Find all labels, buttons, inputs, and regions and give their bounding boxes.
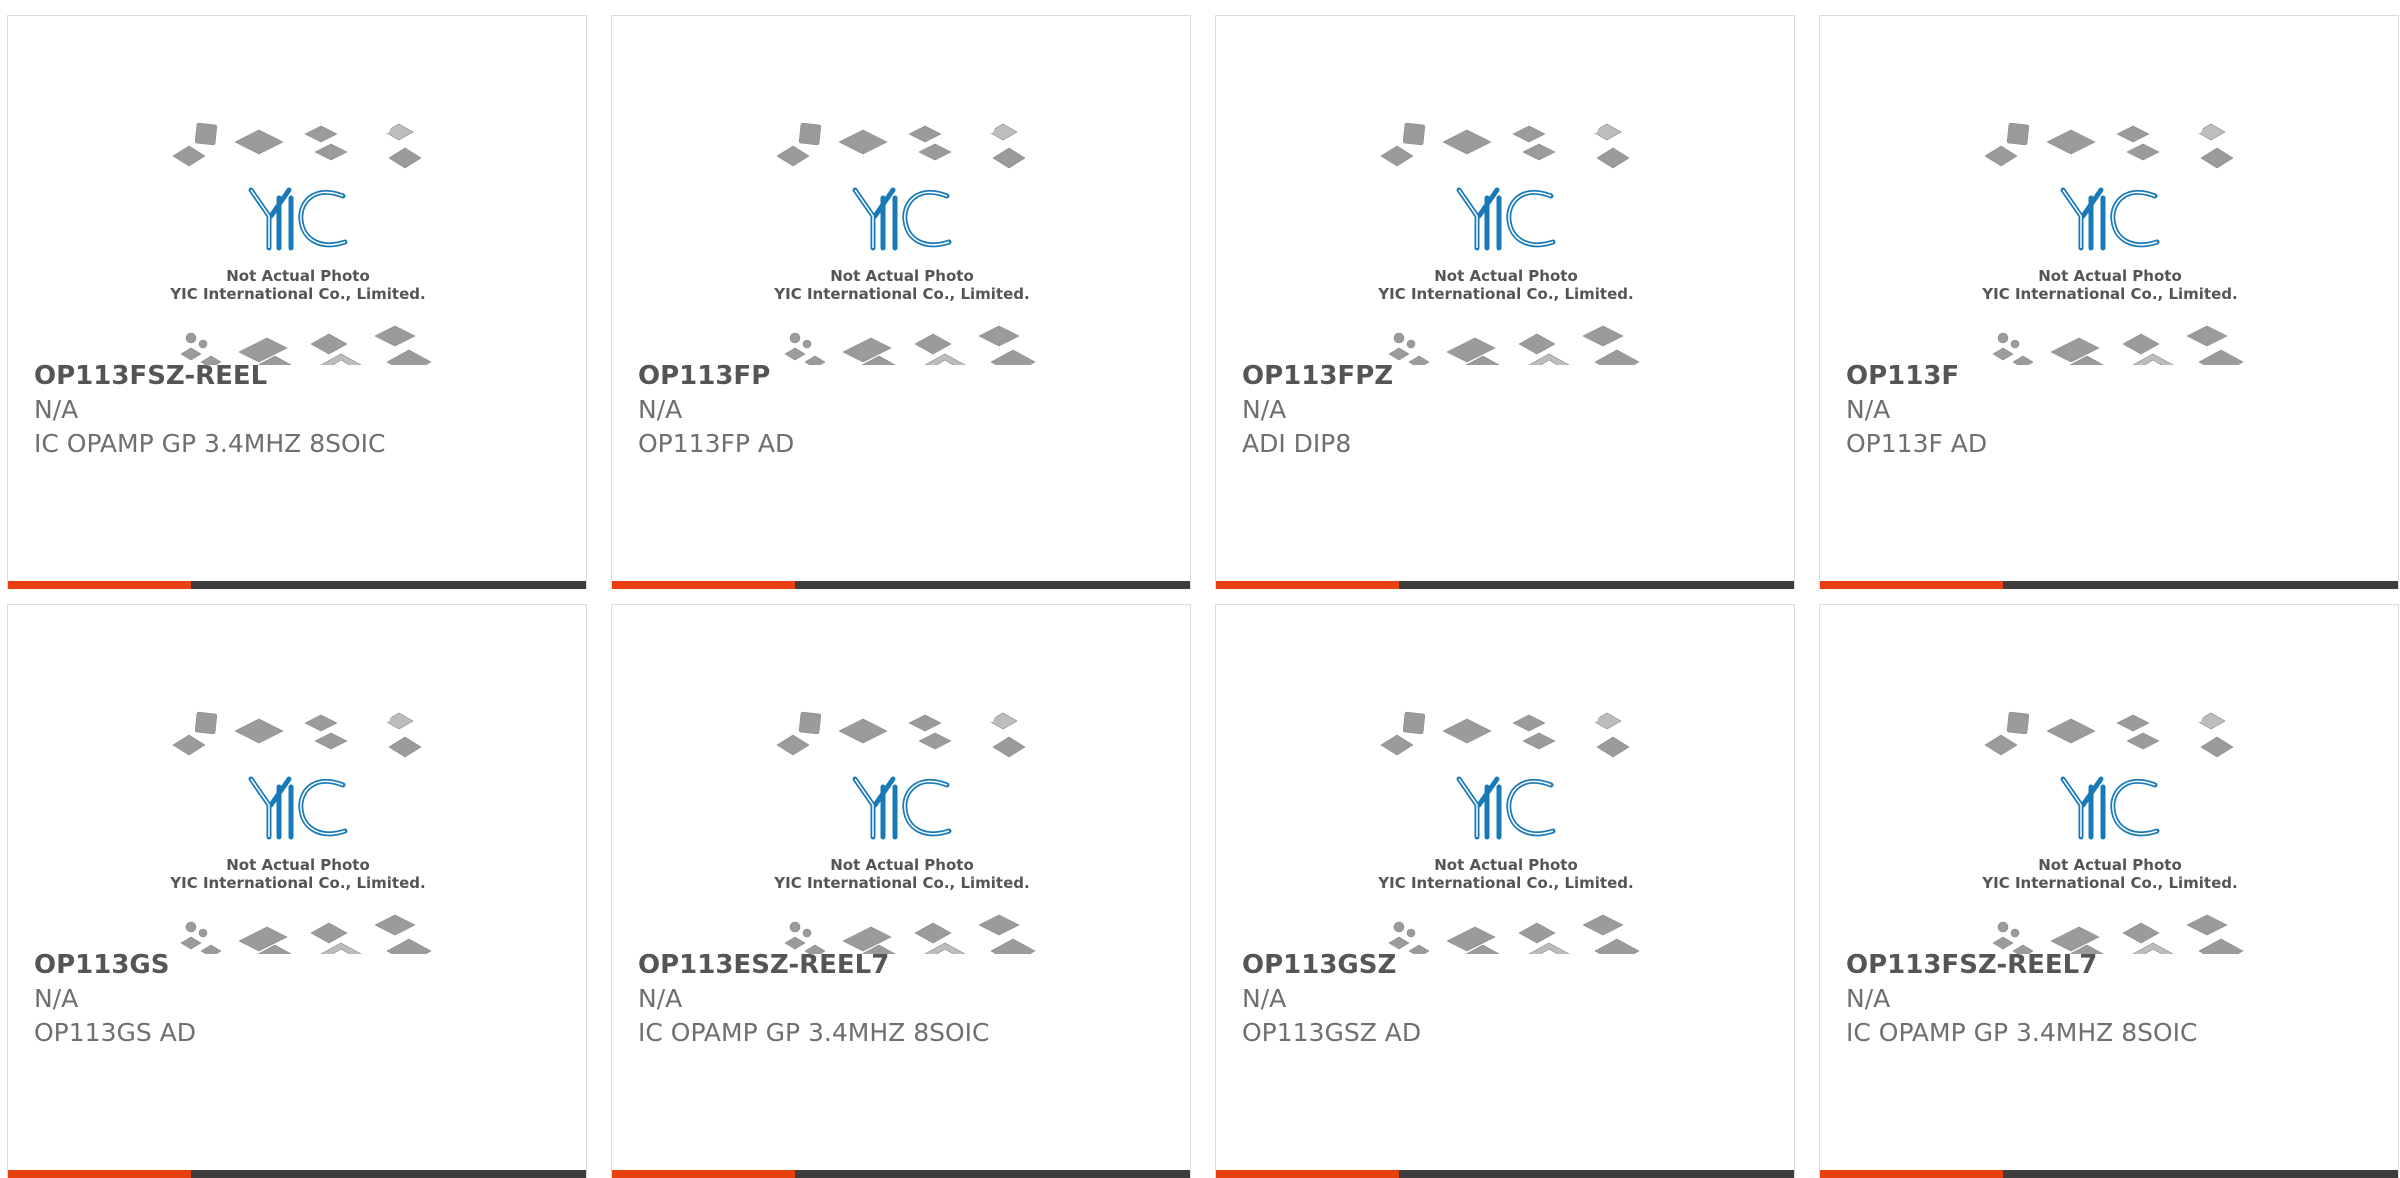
svg-text:YIC International Co., Limited: YIC International Co., Limited. (169, 285, 425, 303)
card-bottom-bar (1820, 581, 2398, 589)
product-image-placeholder[interactable]: Not Actual Photo YIC International Co., … (1975, 98, 2245, 365)
description-text: OP113GSZ AD (1242, 1018, 1422, 1047)
product-image-placeholder[interactable]: Not Actual Photo YIC International Co., … (163, 98, 433, 365)
product-card[interactable]: Not Actual Photo YIC International Co., … (1819, 15, 2399, 589)
card-bottom-bar (1216, 581, 1794, 589)
manufacturer-text: N/A (1846, 984, 1891, 1013)
product-card[interactable]: Not Actual Photo YIC International Co., … (1215, 604, 1795, 1178)
product-grid: Not Actual Photo YIC International Co., … (7, 15, 2399, 1178)
product-card[interactable]: Not Actual Photo YIC International Co., … (7, 15, 587, 589)
card-bottom-bar (612, 1170, 1190, 1178)
description-text: OP113GS AD (34, 1018, 197, 1047)
svg-text:Not Actual Photo: Not Actual Photo (1434, 856, 1578, 874)
part-number-link[interactable]: OP113FP (638, 359, 770, 393)
part-number-link[interactable]: OP113FPZ (1242, 359, 1393, 393)
description-text: OP113FP AD (638, 429, 795, 458)
svg-text:Not Actual Photo: Not Actual Photo (2038, 267, 2182, 285)
description-text: OP113F AD (1846, 429, 1988, 458)
description-text: IC OPAMP GP 3.4MHZ 8SOIC (638, 1018, 990, 1047)
manufacturer-text: N/A (638, 984, 683, 1013)
svg-text:YIC International Co., Limited: YIC International Co., Limited. (1981, 285, 2237, 303)
yic-placeholder-graphic: Not Actual Photo YIC International Co., … (169, 711, 432, 954)
part-number-link[interactable]: OP113FSZ-REEL7 (1846, 948, 2097, 982)
svg-text:Not Actual Photo: Not Actual Photo (226, 267, 370, 285)
manufacturer-text: N/A (1242, 984, 1287, 1013)
svg-text:YIC International Co., Limited: YIC International Co., Limited. (1981, 874, 2237, 892)
yic-placeholder-graphic: Not Actual Photo YIC International Co., … (1377, 711, 1640, 954)
svg-text:Not Actual Photo: Not Actual Photo (2038, 856, 2182, 874)
product-card[interactable]: Not Actual Photo YIC International Co., … (1215, 15, 1795, 589)
description-text: IC OPAMP GP 3.4MHZ 8SOIC (34, 429, 386, 458)
svg-text:Not Actual Photo: Not Actual Photo (226, 856, 370, 874)
yic-placeholder-graphic: Not Actual Photo YIC International Co., … (773, 711, 1036, 954)
product-image-placeholder[interactable]: Not Actual Photo YIC International Co., … (1371, 687, 1641, 954)
yic-placeholder-graphic: Not Actual Photo YIC International Co., … (1981, 711, 2244, 954)
card-bottom-bar (8, 581, 586, 589)
part-number-link[interactable]: OP113FSZ-REEL (34, 359, 267, 393)
svg-text:Not Actual Photo: Not Actual Photo (1434, 267, 1578, 285)
manufacturer-text: N/A (34, 395, 79, 424)
product-image-placeholder[interactable]: Not Actual Photo YIC International Co., … (1975, 687, 2245, 954)
manufacturer-text: N/A (638, 395, 683, 424)
svg-text:Not Actual Photo: Not Actual Photo (830, 267, 974, 285)
product-image-placeholder[interactable]: Not Actual Photo YIC International Co., … (1371, 98, 1641, 365)
part-number-link[interactable]: OP113GS (34, 948, 170, 982)
svg-text:YIC International Co., Limited: YIC International Co., Limited. (169, 874, 425, 892)
part-number-link[interactable]: OP113ESZ-REEL7 (638, 948, 889, 982)
svg-text:YIC International Co., Limited: YIC International Co., Limited. (773, 874, 1029, 892)
product-image-placeholder[interactable]: Not Actual Photo YIC International Co., … (767, 687, 1037, 954)
card-bottom-bar (612, 581, 1190, 589)
svg-text:YIC International Co., Limited: YIC International Co., Limited. (1377, 285, 1633, 303)
yic-placeholder-graphic: Not Actual Photo YIC International Co., … (169, 122, 432, 365)
card-bottom-bar (1820, 1170, 2398, 1178)
card-bottom-bar (8, 1170, 586, 1178)
product-card[interactable]: Not Actual Photo YIC International Co., … (611, 15, 1191, 589)
product-card[interactable]: Not Actual Photo YIC International Co., … (7, 604, 587, 1178)
svg-text:YIC International Co., Limited: YIC International Co., Limited. (773, 285, 1029, 303)
product-image-placeholder[interactable]: Not Actual Photo YIC International Co., … (767, 98, 1037, 365)
product-card[interactable]: Not Actual Photo YIC International Co., … (1819, 604, 2399, 1178)
description-text: ADI DIP8 (1242, 429, 1352, 458)
yic-placeholder-graphic: Not Actual Photo YIC International Co., … (1377, 122, 1640, 365)
manufacturer-text: N/A (1242, 395, 1287, 424)
card-bottom-bar (1216, 1170, 1794, 1178)
product-card[interactable]: Not Actual Photo YIC International Co., … (611, 604, 1191, 1178)
manufacturer-text: N/A (34, 984, 79, 1013)
svg-text:Not Actual Photo: Not Actual Photo (830, 856, 974, 874)
yic-placeholder-graphic: Not Actual Photo YIC International Co., … (773, 122, 1036, 365)
part-number-link[interactable]: OP113F (1846, 359, 1959, 393)
manufacturer-text: N/A (1846, 395, 1891, 424)
description-text: IC OPAMP GP 3.4MHZ 8SOIC (1846, 1018, 2198, 1047)
yic-placeholder-graphic: Not Actual Photo YIC International Co., … (1981, 122, 2244, 365)
part-number-link[interactable]: OP113GSZ (1242, 948, 1396, 982)
svg-text:YIC International Co., Limited: YIC International Co., Limited. (1377, 874, 1633, 892)
product-image-placeholder[interactable]: Not Actual Photo YIC International Co., … (163, 687, 433, 954)
